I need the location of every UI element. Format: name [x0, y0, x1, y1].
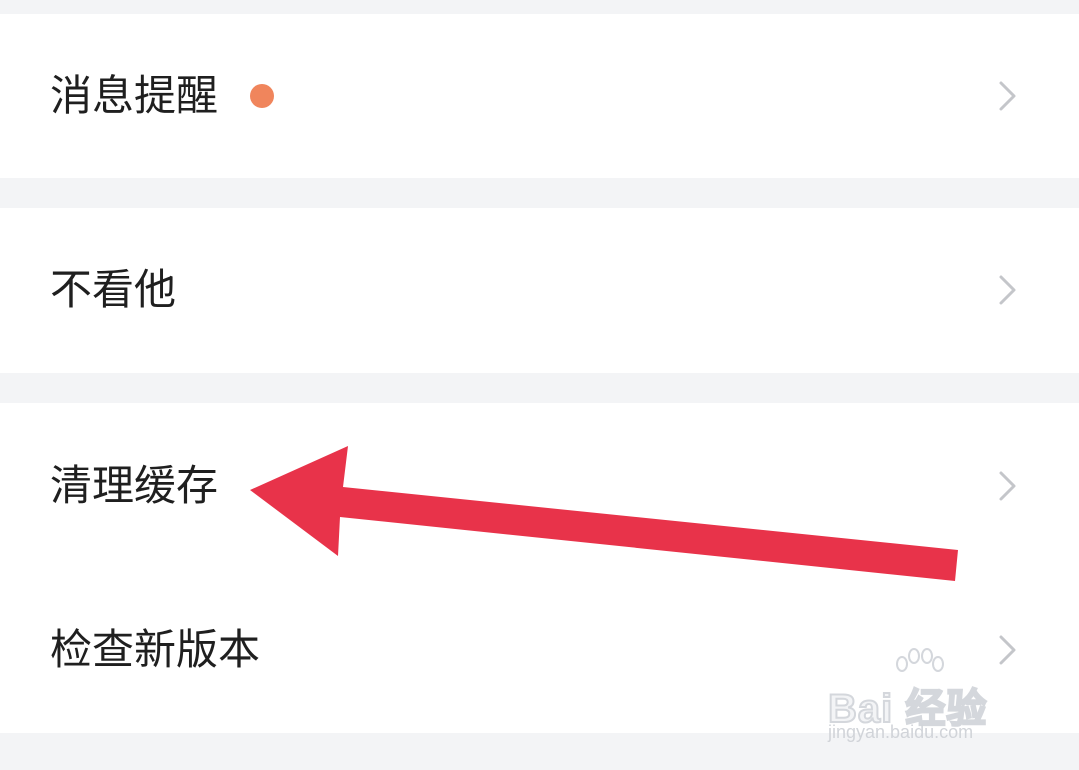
- row-label: 不看他: [50, 265, 177, 314]
- row-message-reminder[interactable]: 消息提醒: [0, 16, 1079, 176]
- chevron-right-icon: [999, 275, 1016, 305]
- notification-dot-icon: [250, 84, 274, 108]
- row-clear-cache[interactable]: 清理缓存: [0, 406, 1079, 566]
- chevron-right-icon: [999, 471, 1016, 501]
- row-label: 消息提醒: [50, 71, 219, 120]
- row-check-new-version[interactable]: 检查新版本: [0, 570, 1079, 730]
- chevron-right-icon: [999, 81, 1016, 111]
- settings-card-privacy: 不看他: [0, 208, 1079, 373]
- row-hide-him[interactable]: 不看他: [0, 210, 1079, 370]
- row-label: 清理缓存: [50, 461, 219, 510]
- settings-card-notifications: 消息提醒: [0, 14, 1079, 178]
- row-label: 检查新版本: [50, 625, 261, 674]
- chevron-right-icon: [999, 635, 1016, 665]
- settings-card-system: 清理缓存 检查新版本: [0, 403, 1079, 733]
